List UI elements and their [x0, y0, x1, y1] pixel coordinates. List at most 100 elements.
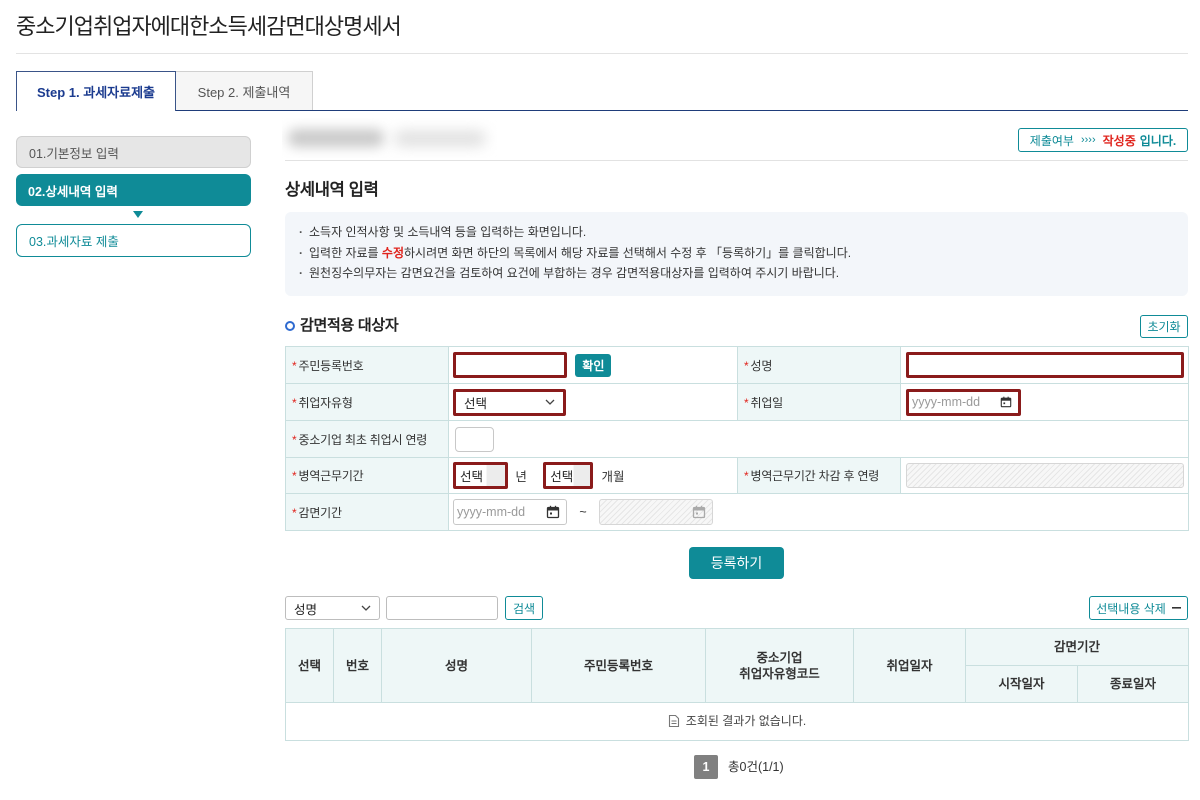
reduction-start-input[interactable] — [457, 505, 541, 519]
name-cell — [900, 346, 1189, 384]
employee-type-cell: 선택 — [448, 383, 738, 421]
step-basic-info[interactable]: 01.기본정보 입력 — [16, 136, 251, 168]
calendar-icon[interactable] — [546, 505, 560, 519]
col-hire-date: 취업일자 — [853, 628, 966, 703]
table-header-row: 선택 번호 성명 주민등록번호 중소기업 취업자유형코드 취업일자 감면기간 — [285, 628, 1190, 703]
step-detail-input[interactable]: 02.상세내역 입력 — [16, 174, 251, 206]
hire-date-label-cell: * 취업일 — [737, 383, 901, 421]
form-row: * 취업자유형 선택 * 취업일 — [285, 383, 1189, 421]
col-rrn: 주민등록번호 — [531, 628, 706, 703]
reduction-period-cell: ~ — [448, 493, 1189, 531]
military-period-label-cell: * 병역근무기간 — [285, 457, 449, 494]
redacted-blob — [288, 129, 384, 147]
first-hire-age-input[interactable] — [455, 426, 494, 452]
step-tabs: Step 1. 과세자료제출 Step 2. 제출내역 — [16, 71, 1188, 111]
notice-line: 소득자 인적사항 및 소득내역 등을 입력하는 화면입니다. — [299, 222, 1174, 243]
triangle-down-icon — [133, 211, 143, 218]
required-mark: * — [292, 505, 297, 520]
military-months-select[interactable]: 선택 — [543, 462, 594, 489]
empty-results-cell: 조회된 결과가 없습니다. — [284, 702, 1190, 741]
period-separator: ~ — [579, 505, 587, 519]
step-detail-input-label: 02.상세내역 입력 — [28, 184, 118, 199]
minus-icon — [1171, 607, 1181, 609]
search-button[interactable]: 검색 — [505, 596, 543, 620]
reduction-period-label-cell: * 감면기간 — [285, 493, 449, 531]
notice-line-2a: 입력한 자료를 — [309, 245, 382, 260]
submission-status-badge: 제출여부 ›››› 작성중 입니다. — [1018, 128, 1188, 152]
form-row: * 주민등록번호 확인 * 성명 — [285, 346, 1189, 384]
hire-date-input[interactable] — [912, 395, 1000, 409]
confirm-rrn-button[interactable]: 확인 — [575, 353, 612, 377]
military-years-select[interactable]: 선택 — [453, 462, 508, 489]
required-mark: * — [292, 432, 297, 447]
first-hire-age-cell — [448, 420, 1189, 458]
status-value: 작성중 — [1102, 133, 1136, 148]
page-number-current[interactable]: 1 — [694, 755, 718, 779]
search-input[interactable] — [386, 596, 498, 620]
hire-date-cell — [900, 383, 1189, 421]
results-table: 선택 번호 성명 주민등록번호 중소기업 취업자유형코드 취업일자 감면기간 시작… — [284, 628, 1190, 741]
col-reduction-period: 감면기간 — [964, 628, 1190, 666]
col-type-code-line1: 중소기업 — [756, 650, 803, 665]
notice-line: 원천징수의무자는 감면요건을 검토하여 요건에 부합하는 경우 감면적용대상자를… — [299, 263, 1174, 284]
detail-heading: 상세내역 입력 — [285, 181, 379, 199]
rrn-input[interactable] — [453, 352, 567, 378]
notice-line-1: 소득자 인적사항 및 소득내역 등을 입력하는 화면입니다. — [309, 225, 587, 239]
tab-step-2[interactable]: Step 2. 제출내역 — [176, 71, 313, 110]
military-period-cell: 선택 년 선택 개월 — [448, 457, 738, 494]
col-type-code: 중소기업 취업자유형코드 — [705, 628, 854, 703]
notice-box: 소득자 인적사항 및 소득내역 등을 입력하는 화면입니다. 입력한 자료를 수… — [285, 212, 1188, 296]
military-months-selected: 선택 — [550, 470, 574, 484]
step-tax-submit[interactable]: 03.과세자료 제출 — [16, 224, 251, 257]
form-row: *감면기간 ~ — [285, 493, 1189, 531]
military-months-unit: 개월 — [601, 470, 625, 484]
step-basic-info-label: 01.기본정보 입력 — [29, 146, 119, 161]
search-field-select[interactable]: 성명 — [285, 596, 380, 620]
empty-results: 조회된 결과가 없습니다. — [668, 712, 806, 729]
col-name: 성명 — [381, 628, 532, 703]
col-period-start: 시작일자 — [965, 665, 1078, 703]
col-select: 선택 — [285, 628, 334, 703]
age-after-military-input — [906, 463, 1184, 488]
chevron-down-icon — [361, 605, 371, 611]
tab-baseline — [16, 110, 1188, 111]
delete-selected-label: 선택내용 삭제 — [1096, 601, 1166, 616]
reduction-start-field[interactable] — [453, 499, 567, 525]
search-field-selected: 성명 — [294, 602, 318, 617]
reduction-period-label: 감면기간 — [298, 505, 342, 520]
document-icon — [668, 714, 679, 727]
calendar-icon — [692, 505, 706, 519]
military-years-unit: 년 — [515, 470, 527, 484]
col-type-code-line2: 취업자유형코드 — [739, 666, 820, 681]
tab-step-1[interactable]: Step 1. 과세자료제출 — [16, 71, 176, 111]
name-label-cell: * 성명 — [737, 346, 901, 384]
employee-type-selected: 선택 — [464, 396, 488, 411]
required-mark: * — [292, 395, 297, 410]
age-after-military-label: 병역근무기간 차감 후 연령 — [750, 469, 880, 483]
table-row: 조회된 결과가 없습니다. — [284, 702, 1190, 741]
step-tax-submit-label: 03.과세자료 제출 — [29, 235, 119, 249]
required-mark: * — [292, 469, 297, 483]
name-input[interactable] — [906, 352, 1184, 378]
age-after-military-cell — [900, 457, 1189, 494]
reset-button[interactable]: 초기화 — [1140, 315, 1188, 338]
employee-type-label: 취업자유형 — [298, 395, 353, 410]
chevron-down-icon — [545, 399, 555, 405]
notice-highlight: 수정 — [381, 245, 405, 260]
name-label: 성명 — [750, 358, 773, 373]
hire-date-field[interactable] — [906, 388, 1021, 416]
employee-type-select[interactable]: 선택 — [453, 388, 566, 416]
register-button[interactable]: 등록하기 — [689, 547, 784, 579]
form-row: * 중소기업 최초 취업시 연령 — [285, 420, 1189, 458]
col-no: 번호 — [333, 628, 382, 703]
required-mark: * — [744, 358, 749, 373]
notice-line: 입력한 자료를 수정하시려면 화면 하단의 목록에서 해당 자료를 선택해서 수… — [299, 243, 1174, 264]
calendar-icon[interactable] — [1000, 395, 1012, 409]
delete-selected-button[interactable]: 선택내용 삭제 — [1089, 596, 1188, 620]
employee-type-label-cell: * 취업자유형 — [285, 383, 449, 421]
reduction-end-field — [599, 499, 713, 525]
title-divider — [16, 53, 1188, 54]
first-hire-age-label-cell: * 중소기업 최초 취업시 연령 — [285, 420, 449, 458]
page-summary: 총0건(1/1) — [728, 760, 784, 774]
reduction-target-form: *주민등록번호 확인 *성명 *취업자유형 선택 *취업일 *중소기업 최초 취… — [285, 346, 1189, 531]
